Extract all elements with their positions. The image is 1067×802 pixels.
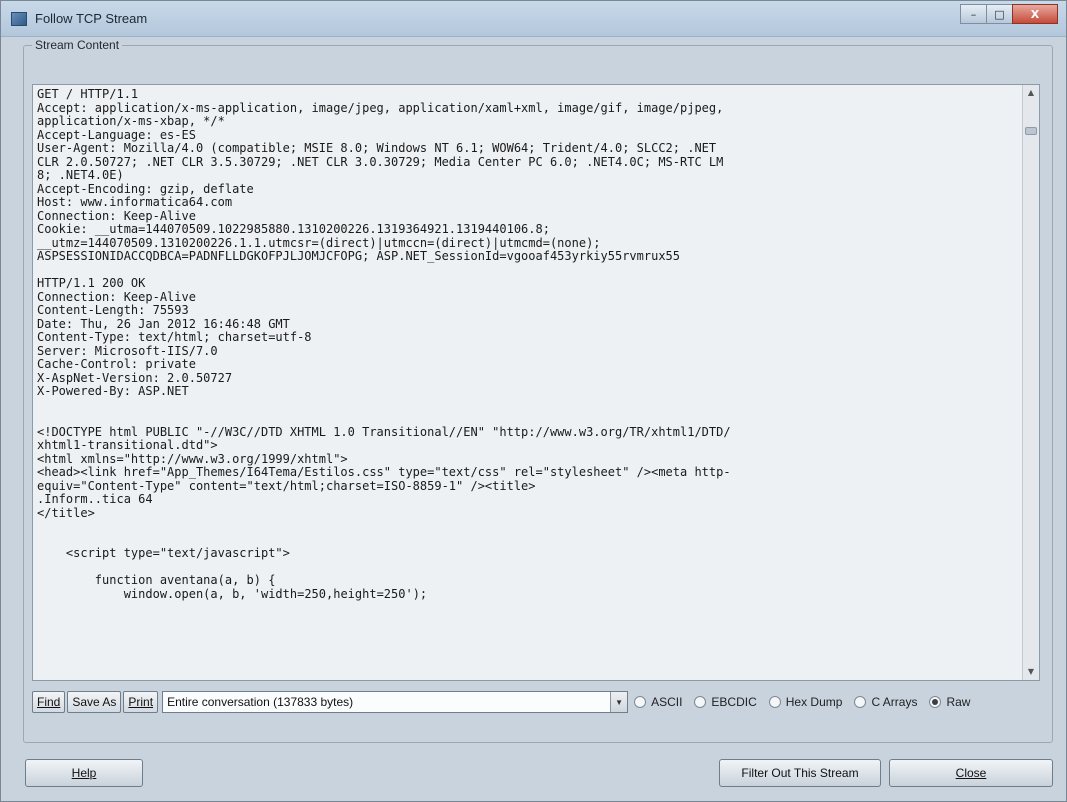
stream-text[interactable]: GET / HTTP/1.1 Accept: application/x-ms-… — [37, 87, 1021, 601]
stream-content-group: Stream Content GET / HTTP/1.1 Accept: ap… — [23, 38, 1053, 743]
radio-hex-dump[interactable]: Hex Dump — [768, 695, 843, 709]
save-as-button-label: Save As — [72, 695, 117, 709]
maximize-button[interactable]: □ — [986, 4, 1013, 24]
conversation-select-value: Entire conversation (137833 bytes) — [167, 695, 354, 709]
find-button-label: Find — [37, 695, 61, 709]
radio-ebcdic-button[interactable] — [694, 696, 707, 708]
radio-ebcdic-label: EBCDIC — [711, 695, 757, 709]
save-as-button[interactable]: Save As — [67, 691, 122, 713]
stream-content-textarea[interactable]: GET / HTTP/1.1 Accept: application/x-ms-… — [32, 84, 1040, 681]
radio-c-arrays-button[interactable] — [854, 696, 867, 708]
radio-hex-dump-button[interactable] — [768, 696, 781, 708]
radio-ascii[interactable]: ASCII — [634, 695, 682, 709]
filter-out-stream-button[interactable]: Filter Out This Stream — [719, 759, 881, 787]
window-title: Follow TCP Stream — [35, 11, 148, 26]
title-bar[interactable]: Follow TCP Stream – □ X — [1, 1, 1066, 37]
help-button[interactable]: Help — [25, 759, 143, 787]
radio-raw-label: Raw — [946, 695, 971, 709]
window-controls: – □ X — [960, 4, 1058, 28]
find-button[interactable]: Find — [32, 691, 66, 713]
close-button[interactable]: Close — [889, 759, 1053, 787]
scroll-up-arrow-icon[interactable]: ▲ — [1023, 85, 1039, 101]
scroll-thumb[interactable] — [1025, 127, 1037, 135]
help-button-label: Help — [71, 766, 97, 780]
radio-hex-dump-label: Hex Dump — [785, 695, 843, 709]
radio-c-arrays-label: C Arrays — [871, 695, 918, 709]
stream-content-label: Stream Content — [32, 38, 123, 52]
minimize-button[interactable]: – — [960, 4, 987, 24]
radio-c-arrays[interactable]: C Arrays — [854, 695, 917, 709]
format-radio-group: ASCII EBCDIC Hex Dump C Arrays Raw — [634, 695, 982, 709]
conversation-select[interactable]: Entire conversation (137833 bytes) ▼ — [162, 691, 629, 713]
print-button-label: Print — [128, 695, 154, 709]
radio-raw-button[interactable] — [929, 696, 942, 708]
close-window-button[interactable]: X — [1012, 4, 1058, 24]
scroll-down-arrow-icon[interactable]: ▼ — [1023, 664, 1039, 680]
follow-tcp-stream-window: Follow TCP Stream – □ X Stream Content G… — [0, 0, 1067, 802]
radio-ascii-label: ASCII — [651, 695, 683, 709]
filter-out-stream-button-label: Filter Out This Stream — [741, 766, 859, 780]
radio-raw[interactable]: Raw — [929, 695, 970, 709]
wireshark-app-icon — [11, 12, 27, 26]
chevron-down-icon[interactable]: ▼ — [610, 692, 628, 712]
close-button-label: Close — [955, 766, 987, 780]
stream-scrollbar[interactable]: ▲ ▼ — [1022, 85, 1039, 680]
print-button[interactable]: Print — [123, 691, 159, 713]
radio-ascii-button[interactable] — [634, 696, 647, 708]
radio-ebcdic[interactable]: EBCDIC — [694, 695, 757, 709]
stream-controls: Find Save As Print Entire conversation (… — [32, 690, 1044, 714]
